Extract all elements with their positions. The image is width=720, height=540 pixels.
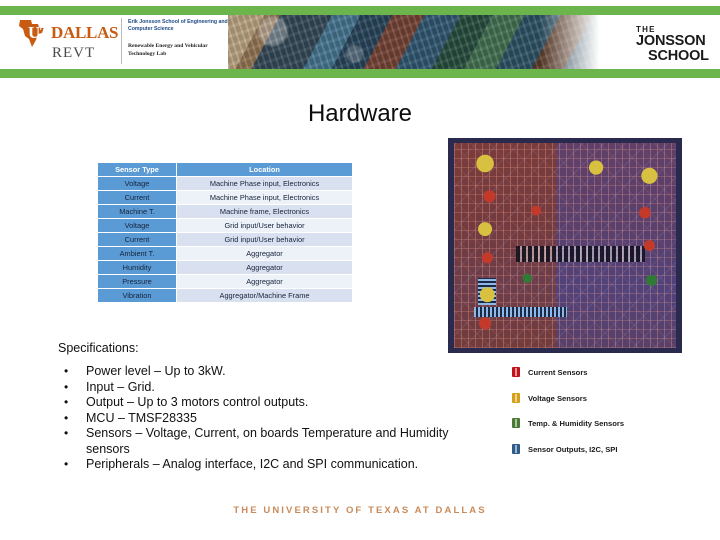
dallas-text: DALLAS	[51, 23, 119, 42]
bullet-icon: •	[64, 379, 69, 394]
list-item: • Power level – Up to 3kW.	[58, 364, 478, 380]
footer-university-text: THE UNIVERSITY OF TEXAS AT DALLAS	[233, 505, 487, 516]
sensor-legend: Current Sensors Voltage Sensors Temp. & Hu…	[512, 367, 712, 469]
cell-sensor-type: Vibration	[98, 289, 176, 302]
jonsson-name-text: JONSSON	[636, 33, 706, 49]
cell-location: Aggregator	[177, 247, 352, 260]
pcb-board-graphic	[454, 143, 676, 348]
pcb-connector-bottom	[473, 307, 568, 318]
cell-location: Aggregator	[177, 261, 352, 274]
bullet-icon: •	[64, 395, 69, 409]
cell-location: Machine Phase input, Electronics	[177, 191, 352, 204]
cell-location: Grid input/User behavior	[177, 233, 352, 246]
legend-item-label: Sensor Outputs, I2C, SPI	[528, 444, 618, 454]
cell-location: Machine Phase input, Electronics	[177, 177, 352, 190]
jonsson-school-text: SCHOOL	[648, 48, 709, 64]
header-green-rule-top	[0, 6, 720, 15]
cell-sensor-type: Current	[98, 233, 176, 246]
table-header-row: Sensor Type Location	[98, 163, 352, 176]
list-item-label: Input – Grid.	[86, 379, 155, 394]
column-header-location: Location	[177, 163, 352, 176]
table-row: Current Grid input/User behavior	[98, 233, 352, 246]
legend-item-label: Current Sensors	[528, 368, 588, 377]
header-banner: UTDALLAS REVT Erik Jonsson School of Eng…	[0, 0, 720, 84]
cell-sensor-type: Ambient T.	[98, 247, 176, 260]
bullet-icon: •	[64, 364, 69, 378]
list-item-label: Output – Up to 3 motors control outputs.	[86, 395, 309, 409]
header-banner-body: UTDALLAS REVT Erik Jonsson School of Eng…	[0, 15, 720, 69]
cell-location: Grid input/User behavior	[177, 219, 352, 232]
list-item: • MCU – TMSF28335	[58, 411, 478, 427]
bullet-icon: •	[64, 410, 69, 425]
ut-dallas-logo: UTDALLAS REVT	[16, 17, 126, 67]
specifications-heading: Specifications:	[58, 341, 139, 355]
cell-sensor-type: Current	[98, 191, 176, 204]
legend-item: Temp. & Humidity Sensors	[512, 418, 712, 444]
legend-item: Sensor Outputs, I2C, SPI	[512, 443, 712, 470]
table-row: Voltage Grid input/User behavior	[98, 219, 352, 232]
cell-sensor-type: Humidity	[98, 261, 176, 274]
table-row: Voltage Machine Phase input, Electronics	[98, 177, 352, 190]
list-item-label: Sensors – Voltage, Current, on boards Te…	[86, 426, 449, 456]
pcb-chip-row-graphic	[516, 245, 645, 262]
list-item-label: Peripherals – Analog interface, I2C and …	[86, 457, 419, 471]
cell-location: Aggregator/Machine Frame	[177, 289, 352, 302]
legend-item-label: Temp. & Humidity Sensors	[528, 419, 625, 428]
cell-sensor-type: Machine T.	[98, 205, 176, 218]
list-item: • Output – Up to 3 motors control outputs…	[58, 395, 478, 411]
table-row: Machine T. Machine frame, Electronics	[98, 205, 352, 218]
ut-dallas-wordmark: UTDALLAS	[28, 23, 119, 43]
school-name-text: Erik Jonsson School of Engineering and C…	[128, 19, 228, 32]
header-green-rule-bottom	[0, 69, 720, 78]
list-item: • Sensors – Voltage, Current, on boards T…	[58, 426, 478, 457]
list-item-label: Power level – Up to 3kW.	[86, 364, 226, 378]
table-row: Humidity Aggregator	[98, 261, 352, 274]
lab-name-text: Renewable Energy and Vehicular Technolog…	[128, 43, 208, 57]
header-photo-fade	[540, 15, 610, 69]
legend-color-swatch-icon	[512, 392, 520, 403]
list-item: • Input – Grid.	[58, 380, 478, 396]
page-title: Hardware	[307, 100, 413, 127]
cell-sensor-type: Pressure	[98, 275, 176, 288]
list-item-label: MCU – TMSF28335	[86, 410, 197, 425]
page-footer: THE UNIVERSITY OF TEXAS AT DALLAS	[0, 488, 720, 540]
revt-wordmark: REVT	[52, 45, 96, 61]
bullet-icon: •	[64, 457, 69, 471]
legend-color-swatch-icon	[512, 367, 520, 377]
list-item: • Peripherals – Analog interface, I2C and…	[58, 457, 478, 473]
table-row: Ambient T. Aggregator	[98, 247, 352, 260]
ut-text: UT	[28, 23, 52, 42]
legend-color-swatch-icon	[512, 443, 520, 454]
pcb-layout-image	[448, 138, 682, 353]
cell-sensor-type: Voltage	[98, 219, 176, 232]
cell-sensor-type: Voltage	[98, 177, 176, 190]
header-divider	[121, 18, 122, 64]
jonsson-school-mark: THE JONSSON SCHOOL	[636, 25, 709, 64]
table-row: Current Machine Phase input, Electronics	[98, 191, 352, 204]
cell-location: Machine frame, Electronics	[177, 205, 352, 218]
table-row: Pressure Aggregator	[98, 275, 352, 288]
specifications-list: • Power level – Up to 3kW. • Input – Grid. •…	[58, 364, 478, 473]
pcb-connector-left	[478, 278, 497, 305]
sensor-table: Sensor Type Location Voltage Machine Phas…	[97, 162, 353, 303]
legend-color-swatch-icon	[512, 418, 520, 428]
legend-item: Current Sensors	[512, 367, 712, 393]
column-header-sensor-type: Sensor Type	[98, 163, 176, 176]
legend-item-label: Voltage Sensors	[528, 393, 587, 403]
legend-item: Voltage Sensors	[512, 392, 712, 419]
bullet-icon: •	[64, 426, 69, 440]
table-row: Vibration Aggregator/Machine Frame	[98, 289, 352, 302]
sensor-table-body: Voltage Machine Phase input, Electronics C…	[98, 177, 352, 302]
cell-location: Aggregator	[177, 275, 352, 288]
